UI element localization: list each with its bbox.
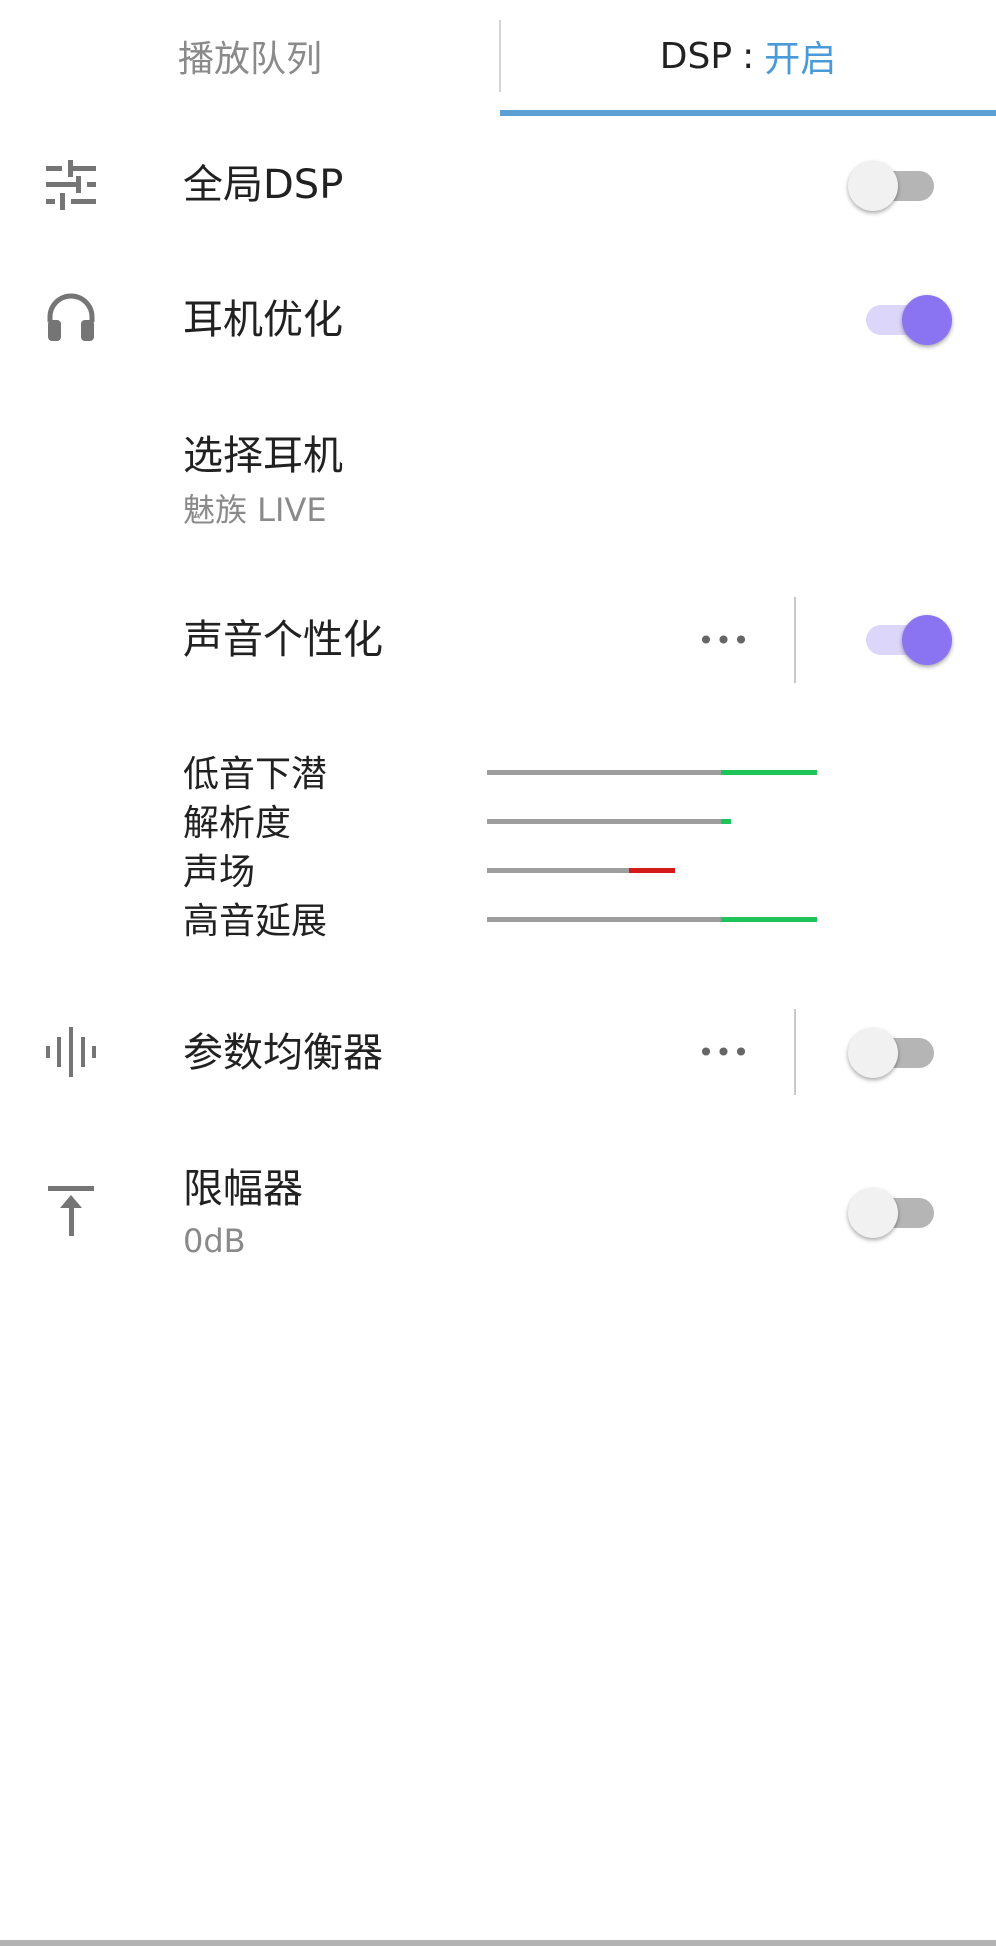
limiter-title: 限幅器 — [183, 1166, 303, 1212]
selected-headphone-value: 魅族 LIVE — [183, 491, 327, 529]
switch-thumb — [848, 1028, 898, 1078]
limiter-switch[interactable] — [844, 1182, 944, 1242]
more-options-icon[interactable]: ••• — [694, 620, 754, 660]
switch-thumb — [848, 161, 898, 211]
tab-dsp-separator: : — [742, 35, 755, 77]
global-dsp-title: 全局DSP — [183, 162, 344, 208]
tab-dsp-label: DSP — [659, 35, 733, 77]
tab-dsp[interactable]: DSP : 开启 — [500, 0, 996, 112]
headphone-optimization-title: 耳机优化 — [183, 297, 343, 343]
tab-play-queue[interactable]: 播放队列 — [0, 0, 500, 112]
global-dsp-switch[interactable] — [844, 155, 944, 215]
tab-bar: 播放队列 DSP : 开启 — [0, 0, 996, 118]
metric-bar-soundstage — [487, 868, 721, 873]
parametric-eq-switch[interactable] — [844, 1022, 944, 1082]
metric-bar-delta — [721, 770, 817, 775]
limit-top-icon — [46, 1186, 96, 1236]
tab-active-indicator — [500, 110, 996, 116]
metric-label-soundstage: 声场 — [183, 852, 256, 893]
switch-thumb — [848, 1188, 898, 1238]
select-headphone-title: 选择耳机 — [183, 433, 343, 479]
switch-thumb — [902, 615, 952, 665]
sliders-icon — [46, 160, 96, 210]
divider — [794, 1009, 796, 1095]
bottom-edge — [0, 1940, 996, 1946]
metric-label-bass: 低音下潜 — [183, 754, 328, 795]
parametric-eq-title: 参数均衡器 — [183, 1030, 383, 1076]
switch-thumb — [902, 295, 952, 345]
metric-bar-bass — [487, 770, 817, 775]
metric-bar-treble — [487, 917, 817, 922]
limiter-value: 0dB — [183, 1222, 246, 1260]
metric-bar-base — [487, 917, 721, 922]
metric-bar-delta — [721, 819, 731, 824]
sound-personalization-switch[interactable] — [844, 609, 952, 669]
metric-bar-delta — [629, 868, 675, 873]
metric-bar-base — [487, 819, 721, 824]
metric-label-resolution: 解析度 — [183, 803, 292, 844]
more-options-icon[interactable]: ••• — [694, 1032, 754, 1072]
waveform-icon — [46, 1027, 96, 1077]
metric-bar-delta — [721, 917, 817, 922]
sound-personalization-title: 声音个性化 — [183, 617, 383, 663]
headphones-icon — [46, 292, 96, 342]
divider — [794, 597, 796, 683]
tab-play-queue-label: 播放队列 — [177, 39, 322, 80]
metric-bar-base — [487, 770, 721, 775]
headphone-optimization-switch[interactable] — [844, 289, 952, 349]
tab-dsp-state: 开启 — [764, 39, 837, 80]
metric-bar-resolution — [487, 819, 731, 824]
metric-label-treble: 高音延展 — [183, 901, 328, 942]
